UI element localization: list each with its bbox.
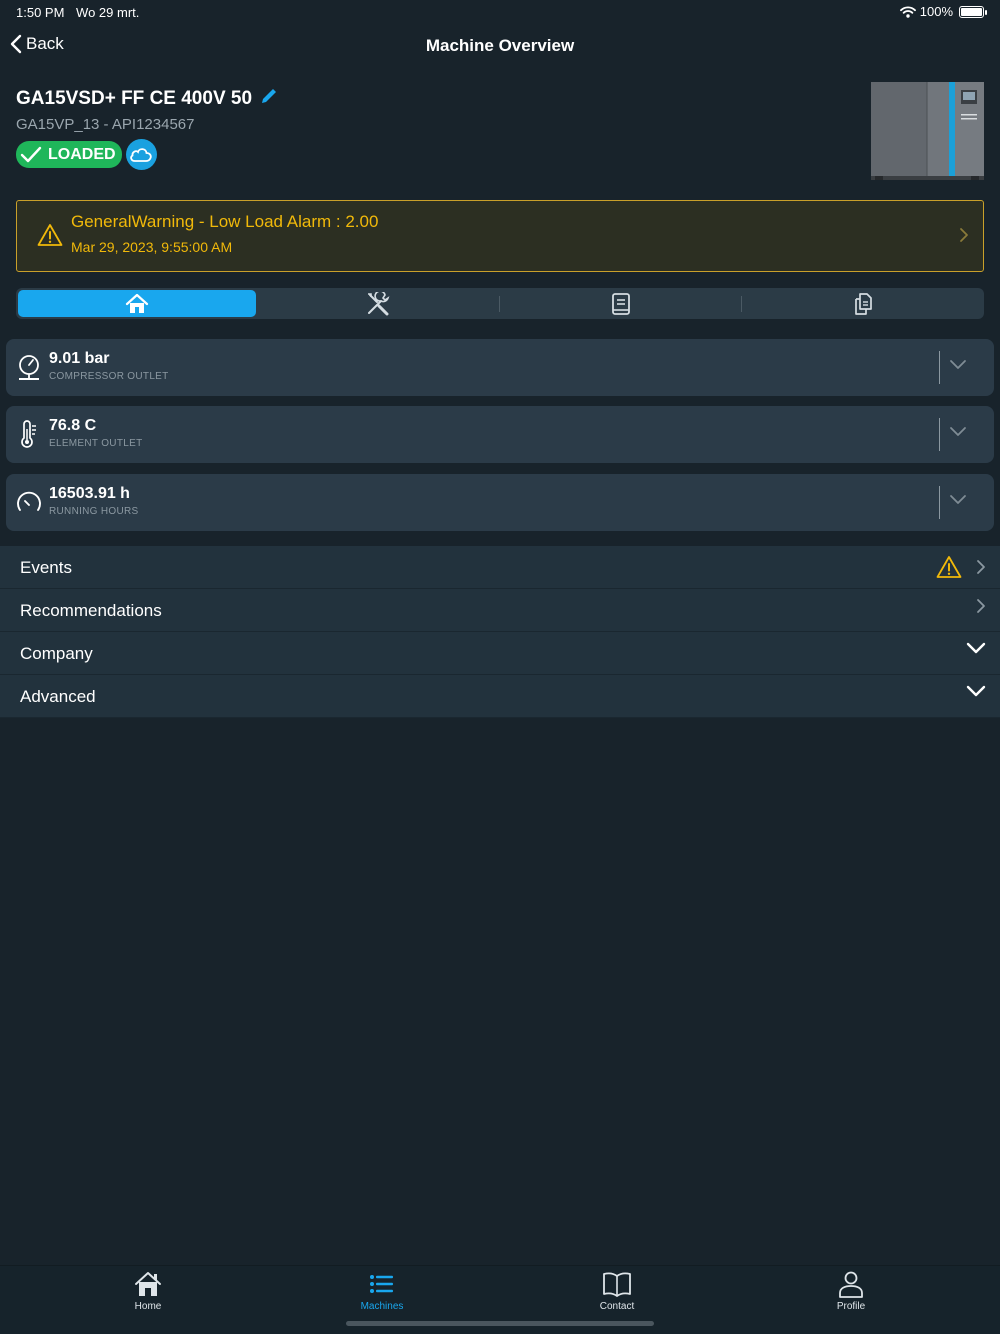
loaded-status-badge: LOADED [16, 141, 122, 168]
list-item-accessories [976, 598, 986, 614]
thermometer-icon [21, 420, 36, 448]
machine-header: GA15VSD+ FF CE 400V 50 GA15VP_13 - API12… [16, 82, 984, 192]
machine-name-row: GA15VSD+ FF CE 400V 50 [16, 82, 984, 110]
list-item-events[interactable]: Events [0, 546, 1000, 589]
home-icon [125, 293, 149, 313]
cloud-connected-badge [125, 139, 157, 170]
metric-divider [939, 418, 940, 451]
list-item-label: Events [20, 558, 72, 577]
person-icon [839, 1271, 863, 1298]
segment-divider [741, 296, 742, 312]
status-time: 1:50 PM [16, 5, 65, 20]
list-item-recommendations[interactable]: Recommendations [0, 589, 1000, 632]
status-indicators: 100% [899, 4, 987, 19]
tab-machines[interactable]: Machines [322, 1270, 442, 1320]
list-item-label: Recommendations [20, 601, 162, 620]
battery-percent: 100% [919, 4, 953, 19]
machine-name: GA15VSD+ FF CE 400V 50 [16, 88, 253, 109]
chevron-down-icon[interactable] [949, 359, 967, 371]
book-icon [603, 1272, 631, 1297]
status-date: Wo 29 mrt. [76, 5, 140, 20]
house-icon [135, 1272, 161, 1296]
segment-manual[interactable] [502, 290, 740, 317]
metric-card-running-hours[interactable]: 16503.91 h RUNNING HOURS [6, 474, 994, 531]
chevron-right-icon [977, 560, 985, 574]
battery-icon [959, 5, 987, 18]
metric-label: RUNNING HOURS [49, 506, 139, 517]
metric-label: COMPRESSOR OUTLET [49, 371, 169, 382]
metric-divider [939, 486, 940, 519]
metric-label: ELEMENT OUTLET [49, 438, 143, 449]
edit-pencil-icon[interactable] [260, 87, 278, 105]
bottom-tab-bar: Home Machines Contact Profile [0, 1265, 1000, 1334]
status-badges: LOADED [16, 139, 984, 170]
status-datetime: 1:50 PM Wo 29 mrt. [16, 5, 139, 20]
chevron-right-icon [977, 599, 985, 613]
home-indicator[interactable] [346, 1321, 654, 1326]
segment-service[interactable] [260, 290, 498, 317]
tab-contact[interactable]: Contact [557, 1270, 677, 1320]
list-item-accessories [966, 684, 986, 698]
tab-label: Profile [836, 1301, 866, 1312]
section-list: Events Recommendations Company Advanced [0, 546, 1000, 718]
segment-documents[interactable] [744, 290, 982, 317]
list-item-accessories [936, 555, 986, 579]
chevron-down-icon[interactable] [949, 494, 967, 506]
list-item-label: Company [20, 644, 93, 663]
chevron-right-icon [960, 228, 968, 242]
tab-label: Contact [599, 1301, 635, 1312]
metric-card-pressure[interactable]: 9.01 bar COMPRESSOR OUTLET [6, 339, 994, 396]
alarm-timestamp: Mar 29, 2023, 9:55:00 AM [71, 239, 233, 255]
pressure-gauge-icon [19, 355, 39, 380]
tab-label: Machines [360, 1301, 404, 1312]
list-icon [370, 1275, 393, 1293]
chevron-down-icon[interactable] [949, 426, 967, 438]
compressor-image [871, 82, 984, 180]
alarm-banner[interactable]: GeneralWarning - Low Load Alarm : 2.00 M… [16, 200, 984, 272]
machine-overview-screen: { "status_bar": { "time": "1:50 PM", "da… [0, 0, 1000, 1334]
status-bar: 1:50 PM Wo 29 mrt. 100% [0, 0, 1000, 26]
warning-triangle-icon [936, 556, 962, 578]
documents-icon [855, 292, 872, 315]
list-item-advanced[interactable]: Advanced [0, 675, 1000, 718]
chevron-down-icon [966, 685, 986, 697]
list-item-company[interactable]: Company [0, 632, 1000, 675]
tab-home[interactable]: Home [88, 1270, 208, 1320]
segment-divider [499, 296, 500, 312]
manual-icon [612, 292, 630, 315]
list-item-accessories [966, 641, 986, 655]
section-segmented-control [16, 288, 984, 319]
wifi-icon [899, 5, 916, 18]
chevron-down-icon [966, 642, 986, 654]
tools-icon [368, 291, 390, 315]
speedometer-icon [17, 491, 41, 511]
navigation-bar: Back Machine Overview [0, 26, 1000, 66]
metric-value: 16503.91 h [49, 485, 130, 502]
alarm-title: GeneralWarning - Low Load Alarm : 2.00 [71, 212, 379, 231]
list-item-label: Advanced [20, 687, 96, 706]
status-label: LOADED [48, 145, 116, 163]
segment-overview[interactable] [18, 290, 256, 317]
metric-value: 9.01 bar [49, 350, 110, 367]
warning-triangle-icon [37, 224, 63, 246]
tab-profile[interactable]: Profile [791, 1270, 911, 1320]
metric-value: 76.8 C [49, 417, 97, 434]
tab-label: Home [134, 1301, 162, 1312]
cloud-icon [130, 147, 152, 162]
metric-divider [939, 351, 940, 384]
metric-card-temperature[interactable]: 76.8 C ELEMENT OUTLET [6, 406, 994, 463]
page-title: Machine Overview [425, 36, 575, 55]
machine-serial: GA15VP_13 - API1234567 [16, 116, 195, 133]
checkmark-icon [20, 146, 42, 162]
